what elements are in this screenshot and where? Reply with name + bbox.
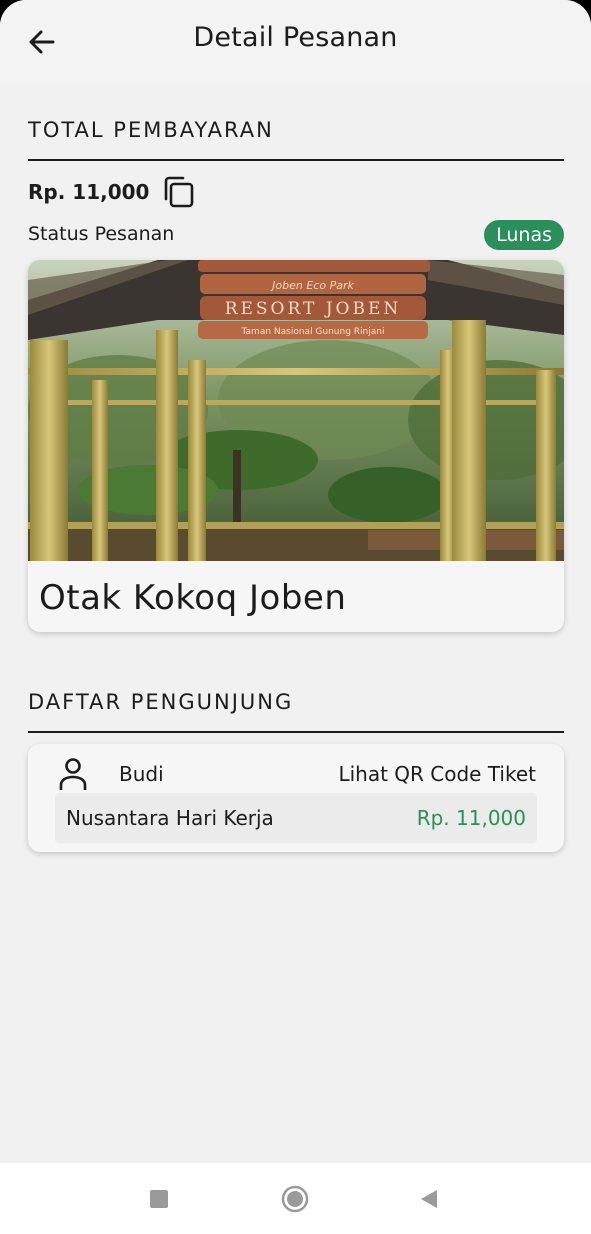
home-button[interactable]	[277, 1181, 313, 1217]
system-nav-bar	[0, 1163, 591, 1234]
section-divider	[28, 731, 564, 733]
status-label: Status Pesanan	[28, 223, 175, 245]
screen: Detail Pesanan TOTAL PEMBAYARAN Rp. 11,0…	[0, 0, 591, 1234]
app-bar: Detail Pesanan	[0, 0, 591, 84]
page-title: Detail Pesanan	[193, 22, 398, 53]
destination-card[interactable]: Joben Eco Park RESORT JOBEN Taman Nasion…	[28, 260, 564, 632]
ticket-price: Rp. 11,000	[416, 806, 526, 830]
copy-icon	[165, 176, 194, 208]
destination-photo: Joben Eco Park RESORT JOBEN Taman Nasion…	[28, 260, 564, 561]
ticket-type: Nusantara Hari Kerja	[66, 806, 274, 830]
total-amount: Rp. 11,000	[28, 180, 150, 204]
section-divider	[28, 159, 564, 161]
visitor-card: Budi Lihat QR Code Tiket Nusantara Hari …	[28, 744, 564, 852]
square-icon	[150, 1190, 168, 1208]
visitor-list-heading: DAFTAR PENGUNJUNG	[28, 690, 294, 714]
status-badge: Lunas	[484, 220, 564, 250]
circle-icon	[281, 1185, 309, 1213]
visitor-name: Budi	[119, 762, 164, 786]
copy-button[interactable]	[161, 174, 197, 210]
sign-line-1: Joben Eco Park	[270, 279, 354, 292]
sign-line-2: RESORT JOBEN	[225, 299, 402, 319]
person-icon	[59, 758, 87, 790]
view-qr-ticket-link[interactable]: Lihat QR Code Tiket	[338, 762, 536, 786]
total-row: Rp. 11,000	[28, 174, 197, 210]
sign-line-3: Taman Nasional Gunung Rinjani	[241, 327, 385, 337]
ticket-row: Nusantara Hari Kerja Rp. 11,000	[55, 793, 537, 843]
recents-button[interactable]	[141, 1181, 177, 1217]
triangle-back-icon	[421, 1190, 437, 1208]
total-payment-heading: TOTAL PEMBAYARAN	[28, 118, 274, 142]
system-back-button[interactable]	[411, 1181, 447, 1217]
destination-name: Otak Kokoq Joben	[39, 578, 347, 618]
